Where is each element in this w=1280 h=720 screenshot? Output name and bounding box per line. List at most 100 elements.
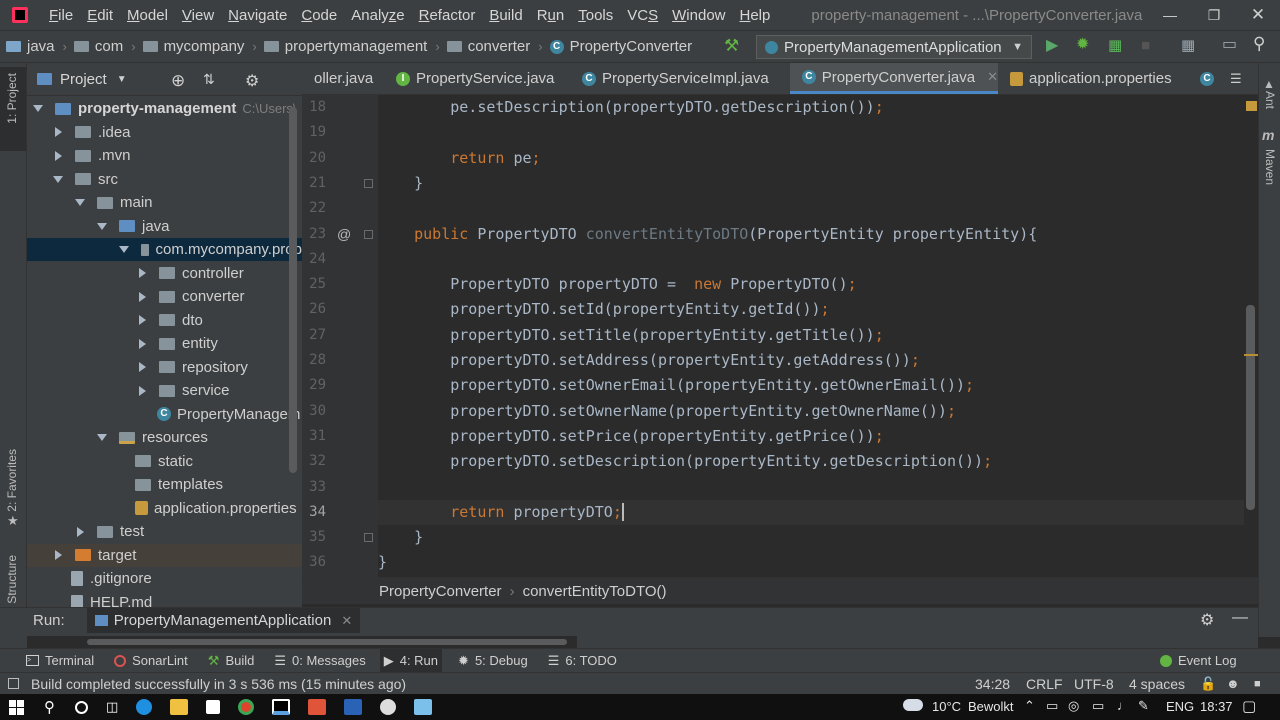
code-line[interactable]: PropertyDTO propertyDTO = new PropertyDT… [378,272,856,297]
code-line[interactable]: } [378,171,423,196]
lock-icon[interactable]: 🔓 [1200,676,1216,692]
chevron-down-icon[interactable] [33,105,43,112]
tree-item[interactable]: com.mycompany.prop [27,238,302,261]
tree-item[interactable]: dto [27,309,302,332]
memory-indicator-icon[interactable]: ■ [1254,678,1261,690]
tree-item[interactable]: target [27,543,302,567]
notepad-icon[interactable] [414,699,433,715]
fold-marker-icon[interactable] [364,533,373,543]
nav-crumb[interactable]: mycompany [142,38,244,55]
tab-property-converter[interactable]: C PropertyConverter.java ✕ [790,63,998,94]
menu-file[interactable]: File [42,7,80,24]
tree-item[interactable]: converter [27,285,302,308]
sonarlint-button[interactable]: SonarLint [110,649,192,673]
menu-window[interactable]: Window [665,7,732,24]
messages-button[interactable]: ☰ 0: Messages [270,649,369,673]
todo-button[interactable]: ☰ 6: TODO [544,649,621,673]
chrome-icon[interactable] [238,699,255,715]
tree-item[interactable]: src [27,168,302,191]
favorites-strip-label[interactable]: 2: Favorites [5,449,19,512]
presentation-icon[interactable]: ▭ [1222,36,1237,54]
menu-tools[interactable]: Tools [571,7,620,24]
minimize-icon[interactable]: — [1148,0,1192,30]
tab-property-service[interactable]: I PropertyService.java [384,63,570,94]
microphone-icon[interactable]: ◎ [1068,698,1079,714]
coverage-icon[interactable]: ▦ [1108,37,1122,55]
tree-item[interactable]: .idea [27,121,302,144]
tree-item[interactable]: property-management C:\Users\ [27,97,302,120]
task-view-icon[interactable]: ◫ [106,699,118,715]
inspector-icon[interactable]: ☻ [1226,676,1240,691]
code-line[interactable]: public PropertyDTO convertEntityToDTO(Pr… [378,222,1037,247]
code-editor[interactable]: pe.setDescription(propertyDTO.getDescrip… [378,95,1244,577]
tab-overflow-class[interactable]: C [1200,63,1220,94]
code-line[interactable]: return propertyDTO; [378,499,1244,525]
tree-scrollbar[interactable] [289,107,297,473]
hide-panel-icon[interactable]: — [1232,609,1248,627]
run-horizontal-scrollbar[interactable] [27,636,577,648]
tab-property-service-impl[interactable]: C PropertyServiceImpl.java [570,63,790,94]
menu-view[interactable]: View [175,7,221,24]
inspection-warning-icon[interactable] [1246,101,1257,111]
file-explorer-icon[interactable] [170,699,189,715]
status-message[interactable]: Build completed successfully in 3 s 536 … [31,676,406,692]
debug-icon[interactable]: ✹ [1076,36,1089,54]
close-tab-icon[interactable]: ✕ [341,613,352,629]
chevron-down-icon[interactable] [97,222,107,230]
collapse-all-icon[interactable]: ⇅ [203,71,215,88]
tree-item[interactable]: resources [27,426,302,449]
menu-help[interactable]: Help [733,7,778,24]
chevron-down-icon[interactable] [97,434,107,441]
tree-item[interactable]: test [27,520,302,543]
chevron-right-icon[interactable] [77,526,84,537]
gear-icon[interactable]: ⚙ [245,71,259,91]
fold-marker-icon[interactable] [364,178,373,188]
tree-item[interactable]: C PropertyManagem [27,403,302,426]
nav-crumb[interactable]: converter [446,38,530,55]
editor-scroll-thumb[interactable] [1246,305,1255,510]
code-line[interactable]: propertyDTO.setTitle(propertyEntity.getT… [378,323,884,348]
terminal-button[interactable]: > Terminal [22,649,98,673]
project-view-select[interactable]: Project ▼ [60,71,127,88]
intellij-taskbar-icon[interactable] [272,699,291,715]
weather-text[interactable]: Bewolkt [968,699,1014,714]
tree-item[interactable]: service [27,379,302,402]
restore-icon[interactable]: ❐ [1192,0,1236,30]
search-icon[interactable]: ⚲ [44,698,55,716]
code-line[interactable]: propertyDTO.setOwnerEmail(propertyEntity… [378,373,974,398]
code-line[interactable]: propertyDTO.setOwnerName(propertyEntity.… [378,399,956,424]
build-hammer-icon[interactable]: ⚒ [724,37,739,55]
event-log-button[interactable]: Event Log [1156,649,1241,673]
weather-temperature[interactable]: 10°C [932,699,961,714]
pen-icon[interactable]: ✎ [1138,698,1149,714]
cortana-icon[interactable] [75,700,88,714]
tree-item[interactable]: entity [27,332,302,355]
menu-code[interactable]: Code [294,7,344,24]
line-separator[interactable]: CRLF [1026,676,1063,692]
word-icon[interactable] [344,699,363,715]
run-configuration-select[interactable]: PropertyManagementApplication ▼ [756,35,1032,59]
chevron-right-icon[interactable] [139,385,146,396]
chevron-right-icon[interactable] [55,150,62,161]
caret-position[interactable]: 34:28 [975,676,1010,692]
search-icon[interactable]: ⚲ [1253,35,1265,53]
debug-button[interactable]: ✹ 5: Debug [454,649,532,673]
store-icon[interactable] [206,700,221,714]
tree-item[interactable]: application.properties [27,497,302,520]
chevron-right-icon[interactable] [55,550,62,560]
postman-icon[interactable] [308,699,327,715]
notifications-icon[interactable]: ▢ [1242,697,1256,715]
chevron-right-icon[interactable] [139,291,146,302]
menu-model[interactable]: Model [120,7,175,24]
warning-stripe-marker[interactable] [1244,354,1258,356]
tab-controller-java[interactable]: oller.java [302,63,384,94]
tree-item[interactable]: repository [27,356,302,379]
chevron-right-icon[interactable] [139,338,146,349]
breadcrumb-class[interactable]: PropertyConverter [379,583,502,600]
code-line[interactable]: propertyDTO.setPrice(propertyEntity.getP… [378,424,884,449]
clock[interactable]: 18:37 [1200,699,1233,714]
breadcrumb-method[interactable]: convertEntityToDTO() [523,583,667,600]
battery-icon[interactable]: ▭ [1046,698,1058,714]
code-line[interactable]: } [378,525,423,550]
code-line[interactable]: } [378,550,387,575]
